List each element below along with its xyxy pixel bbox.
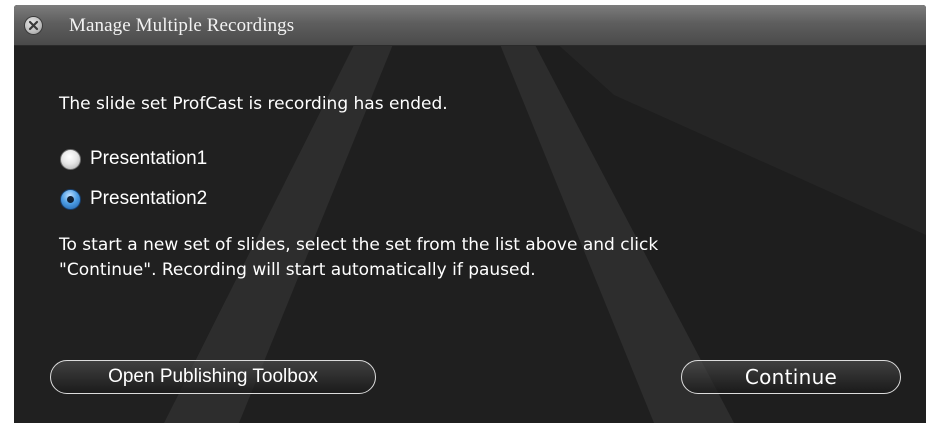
radio-option-presentation1[interactable]: Presentation1 — [60, 146, 207, 172]
window-title: Manage Multiple Recordings — [69, 15, 295, 36]
continue-button[interactable]: Continue — [681, 360, 901, 394]
status-message: The slide set ProfCast is recording has … — [59, 94, 448, 114]
instructions-line-2: "Continue". Recording will start automat… — [59, 260, 536, 280]
instructions-text: To start a new set of slides, select the… — [59, 233, 879, 283]
radio-option-presentation2[interactable]: Presentation2 — [60, 186, 207, 212]
radio-button-unselected[interactable] — [60, 148, 81, 170]
instructions-line-1: To start a new set of slides, select the… — [59, 235, 659, 255]
open-publishing-toolbox-button[interactable]: Open Publishing Toolbox — [50, 360, 376, 394]
close-icon — [28, 20, 39, 31]
radio-label: Presentation2 — [90, 188, 208, 209]
close-button[interactable] — [25, 17, 42, 34]
dialog-window: Manage Multiple Recordings The slide set… — [14, 5, 926, 423]
title-bar[interactable]: Manage Multiple Recordings — [14, 5, 926, 46]
radio-label: Presentation1 — [90, 148, 208, 169]
radio-button-selected[interactable] — [60, 188, 81, 210]
